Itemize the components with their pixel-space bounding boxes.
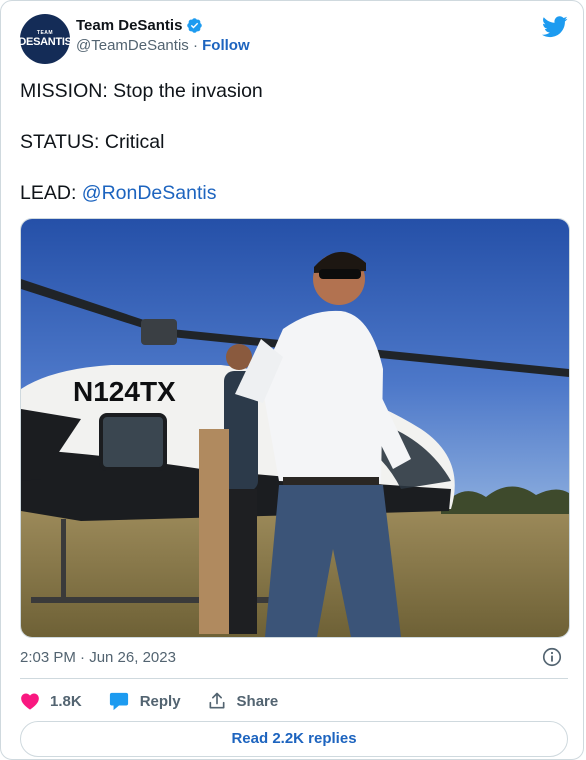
author-names: Team DeSantis @TeamDeSantis · Follow — [76, 17, 250, 54]
tweet-card: TEAM DESANTIS Team DeSantis @TeamDeSanti… — [0, 0, 584, 760]
tail-number: N124TX — [73, 376, 176, 407]
lead-prefix: LEAD: — [20, 182, 82, 204]
tweet-actions: 1.8K Reply Share — [20, 689, 304, 713]
tweet-line-status: STATUS: Critical — [20, 131, 165, 153]
handle[interactable]: @TeamDeSantis — [76, 37, 189, 54]
follow-button[interactable]: Follow — [202, 37, 250, 54]
display-name[interactable]: Team DeSantis — [76, 17, 182, 34]
share-icon — [209, 692, 225, 709]
avatar-main-text: DESANTIS — [18, 36, 72, 48]
tweet-line-mission: MISSION: Stop the invasion — [20, 80, 263, 102]
verified-badge-icon — [187, 18, 203, 33]
share-button[interactable]: Share — [207, 691, 279, 711]
like-count: 1.8K — [50, 692, 82, 710]
read-replies-button[interactable]: Read 2.2K replies — [20, 721, 568, 757]
twitter-bird-icon[interactable] — [542, 16, 568, 38]
share-label: Share — [236, 692, 279, 710]
heart-icon — [21, 693, 39, 710]
tweet-line-lead: LEAD: @RonDeSantis — [20, 181, 263, 206]
photo-illustration: N124TX — [21, 219, 569, 637]
tweet-text: MISSION: Stop the invasion STATUS: Criti… — [20, 79, 263, 232]
tweet-photo[interactable]: N124TX — [20, 218, 570, 638]
handle-separator: · — [192, 37, 198, 54]
reply-label: Reply — [139, 692, 181, 710]
avatar[interactable]: TEAM DESANTIS — [18, 14, 72, 64]
divider — [20, 678, 568, 679]
tweet-timestamp[interactable]: 2:03 PM · Jun 26, 2023 — [20, 649, 176, 666]
info-icon[interactable] — [541, 646, 563, 668]
mention-link[interactable]: @RonDeSantis — [82, 182, 217, 204]
like-button[interactable]: 1.8K — [20, 692, 82, 710]
tweet-header: TEAM DESANTIS Team DeSantis @TeamDeSanti… — [18, 14, 568, 66]
reply-bubble-icon — [109, 692, 128, 711]
reply-button[interactable]: Reply — [108, 691, 181, 711]
